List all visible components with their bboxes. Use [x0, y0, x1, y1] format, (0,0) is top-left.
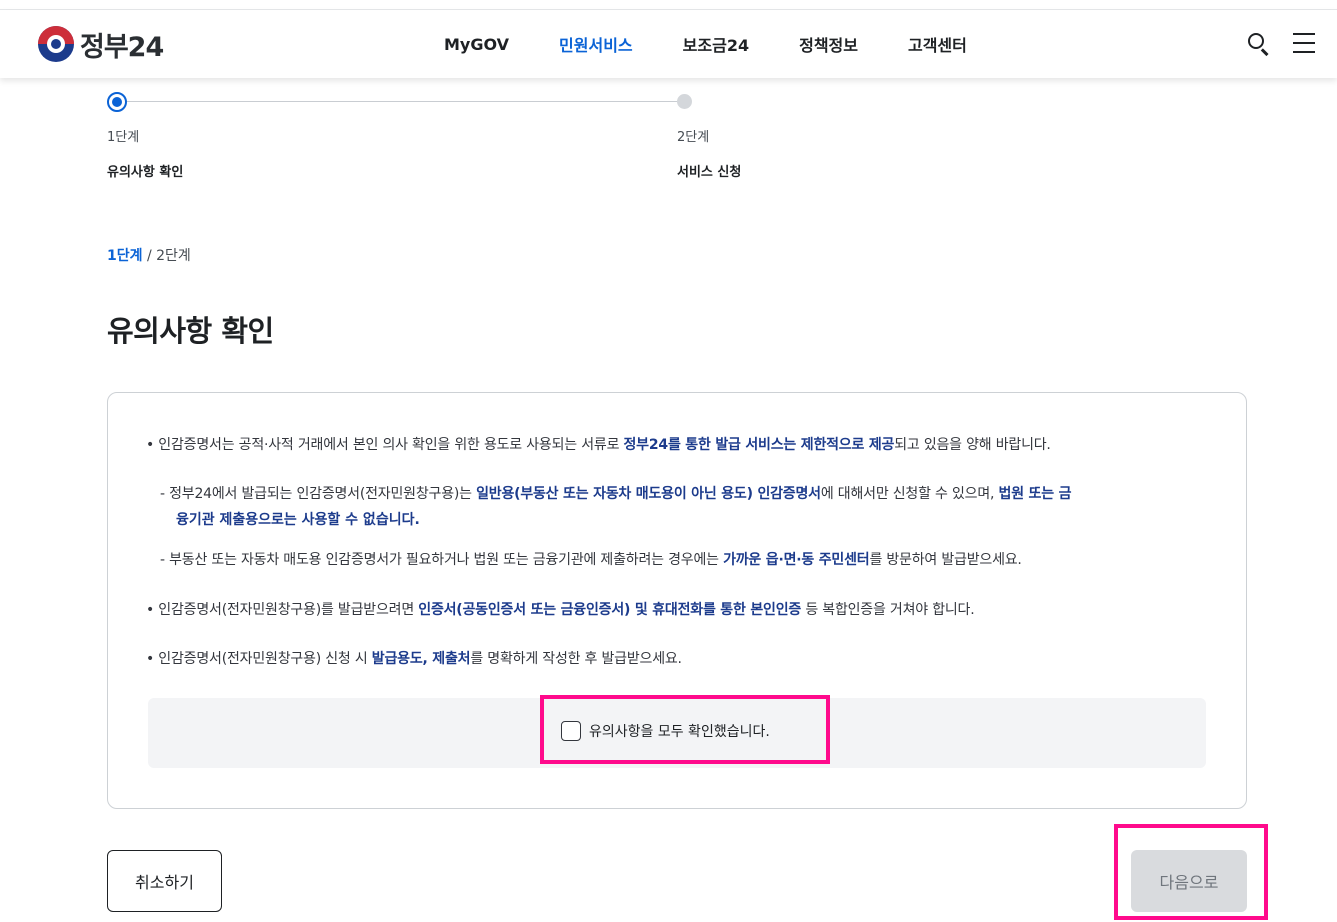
cancel-button[interactable]: 취소하기 — [107, 850, 222, 912]
breadcrumb-next: 2단계 — [156, 248, 191, 264]
step-1-number: 1단계 — [107, 130, 140, 145]
top-strip — [0, 0, 1337, 10]
agreement-area: 유의사항을 모두 확인했습니다. — [148, 698, 1206, 768]
notice-bullet-1: • 인감증명서는 공적·사적 거래에서 본인 의사 확인을 위한 용도로 사용되… — [146, 437, 1051, 453]
breadcrumb: 1단계 / 2단계 — [107, 245, 191, 265]
progress-stepper: 1단계 유의사항 확인 2단계 서비스 신청 — [107, 92, 807, 192]
notice-bullet-3: • 인감증명서(전자민원창구용) 신청 시 발급용도, 제출처를 명확하게 작성… — [146, 651, 682, 667]
next-button[interactable]: 다음으로 — [1131, 850, 1247, 912]
step-2-number: 2단계 — [677, 130, 710, 145]
main-nav: MyGOV 민원서비스 보조금24 정책정보 고객센터 — [444, 10, 1017, 78]
logo-text: 정부24 — [80, 31, 164, 63]
stepper-track — [119, 101, 687, 102]
notice-sub-1: - 정부24에서 발급되는 인감증명서(전자민원창구용)는 일반용(부동산 또는… — [160, 486, 1072, 502]
nav-civil-service[interactable]: 민원서비스 — [559, 32, 633, 56]
logo[interactable]: 정부24 — [38, 24, 164, 64]
agree-label[interactable]: 유의사항을 모두 확인했습니다. — [589, 721, 770, 741]
step-1-name: 유의사항 확인 — [107, 165, 184, 180]
step-2-pending-icon — [677, 94, 692, 109]
notice-sub-1-continued: 융기관 제출용으로는 사용할 수 없습니다. — [176, 512, 420, 528]
breadcrumb-separator: / — [146, 248, 152, 264]
notice-bullet-2: • 인감증명서(전자민원창구용)를 발급받으려면 인증서(공동인증서 또는 금융… — [146, 602, 975, 618]
step-2-name: 서비스 신청 — [677, 165, 742, 180]
hamburger-menu-icon[interactable] — [1293, 33, 1315, 53]
page-title: 유의사항 확인 — [107, 314, 274, 348]
notice-sub-2: - 부동산 또는 자동차 매도용 인감증명서가 필요하거나 법원 또는 금융기관… — [160, 552, 1022, 568]
site-header: 정부24 MyGOV 민원서비스 보조금24 정책정보 고객센터 — [0, 10, 1337, 78]
taegeuk-logo-icon — [38, 26, 74, 62]
search-icon[interactable] — [1245, 30, 1271, 56]
nav-subsidy[interactable]: 보조금24 — [683, 32, 749, 56]
breadcrumb-current: 1단계 — [107, 248, 143, 264]
agree-checkbox-control[interactable]: 유의사항을 모두 확인했습니다. — [561, 721, 770, 741]
nav-customer-center[interactable]: 고객센터 — [908, 32, 967, 56]
step-1-current-icon — [107, 92, 127, 112]
header-tools — [1245, 30, 1315, 56]
nav-mygov[interactable]: MyGOV — [444, 35, 509, 54]
notice-panel: • 인감증명서는 공적·사적 거래에서 본인 의사 확인을 위한 용도로 사용되… — [107, 392, 1247, 809]
nav-policy-info[interactable]: 정책정보 — [799, 32, 858, 56]
agree-checkbox[interactable] — [561, 721, 581, 741]
